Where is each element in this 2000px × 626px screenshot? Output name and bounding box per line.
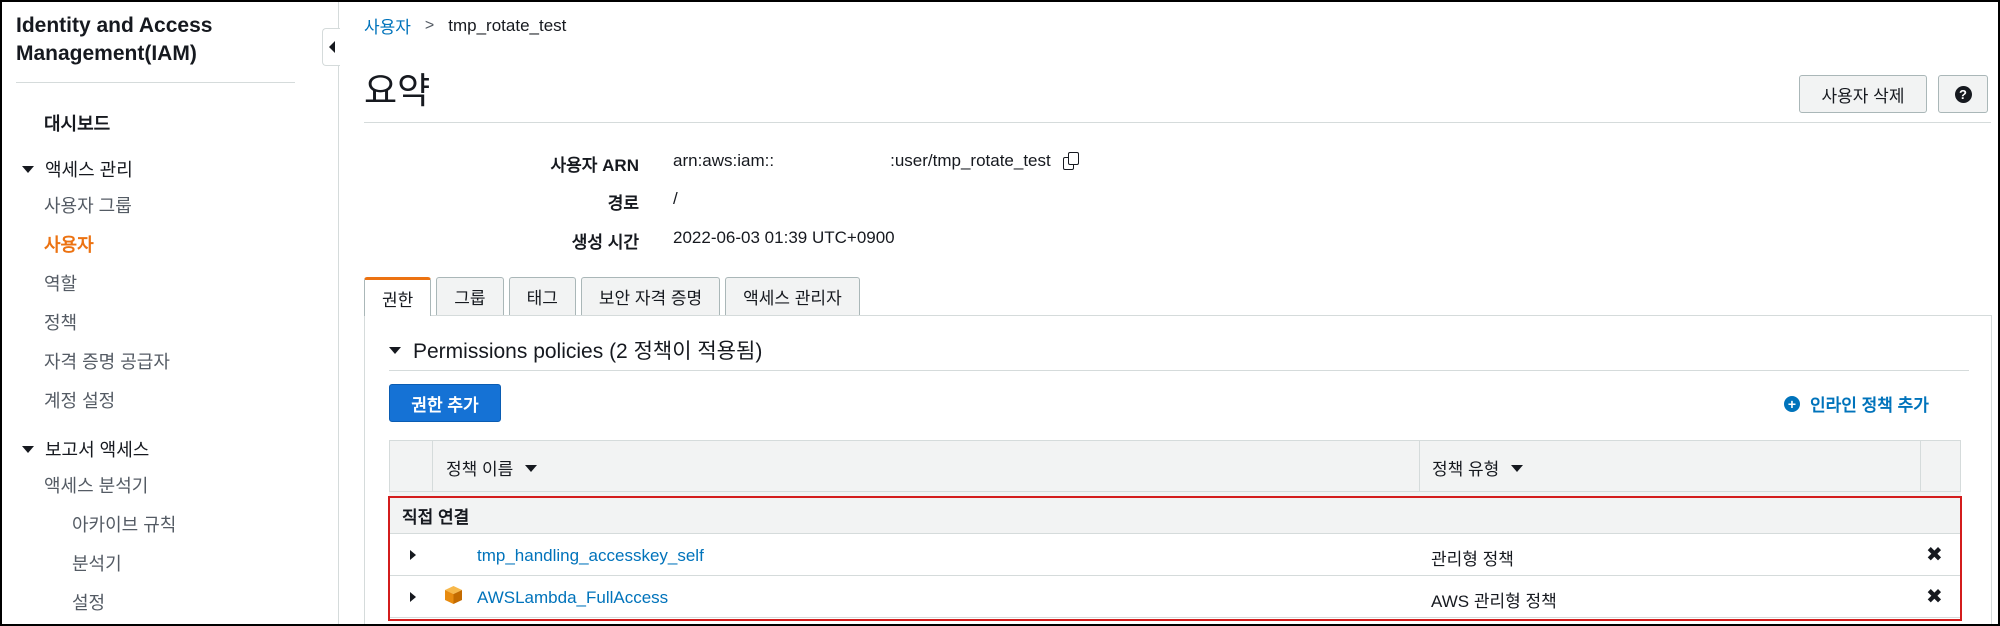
section-divider — [389, 370, 1969, 371]
summary-path-label: 경로 — [607, 194, 639, 213]
help-button[interactable]: ? — [1938, 75, 1988, 113]
plus-circle-icon: + — [1784, 395, 1800, 412]
sidebar-item-dashboard[interactable]: 대시보드 — [44, 110, 110, 136]
caret-left-icon — [328, 41, 335, 53]
policy-type: AWS 관리형 정책 — [1431, 592, 1557, 611]
sidebar-item-user-groups[interactable]: 사용자 그룹 — [44, 192, 132, 218]
sidebar-divider — [16, 82, 295, 83]
aws-managed-box-icon — [445, 586, 462, 604]
add-inline-policy-link[interactable]: + 인라인 정책 추가 — [1784, 391, 1929, 416]
breadcrumb-separator-icon: > — [424, 16, 435, 34]
sidebar-item-archive-rules[interactable]: 아카이브 규칙 — [72, 511, 176, 537]
sort-caret-icon — [1511, 465, 1524, 472]
column-divider — [1920, 441, 1921, 493]
app-title: Identity and Access Management(IAM) — [16, 14, 213, 65]
column-header-label: 정책 이름 — [446, 459, 514, 479]
table-row: AWSLambda_FullAccess AWS 관리형 정책 ✖ — [389, 576, 1961, 618]
breadcrumb-current: tmp_rotate_test — [448, 15, 567, 35]
tab-access-advisor[interactable]: 액세스 관리자 — [725, 277, 860, 315]
sidebar: Identity and Access Management(IAM) 대시보드… — [2, 2, 339, 624]
tab-groups[interactable]: 그룹 — [436, 277, 504, 315]
sidebar-section-reports[interactable]: 보고서 액세스 — [22, 436, 149, 462]
sidebar-item-users[interactable]: 사용자 — [44, 231, 94, 257]
policy-name-link[interactable]: tmp_handling_accesskey_self — [477, 546, 704, 566]
table-row: tmp_handling_accesskey_self 관리형 정책 ✖ — [389, 534, 1961, 576]
summary-arn-label: 사용자 ARN — [550, 156, 639, 175]
sort-caret-icon — [525, 465, 538, 472]
sidebar-item-identity-providers[interactable]: 자격 증명 공급자 — [44, 348, 170, 374]
add-permissions-button[interactable]: 권한 추가 — [389, 384, 501, 422]
delete-user-button[interactable]: 사용자 삭제 — [1799, 75, 1927, 113]
permissions-section-title: Permissions policies (2 정책이 적용됨) — [413, 340, 763, 363]
remove-policy-icon[interactable]: ✖ — [1926, 542, 1943, 567]
caret-down-icon — [389, 346, 401, 354]
sidebar-item-account-settings[interactable]: 계정 설정 — [44, 387, 115, 413]
arn-suffix: :user/tmp_rotate_test — [890, 151, 1051, 170]
sidebar-item-roles[interactable]: 역할 — [44, 270, 77, 296]
summary-arn-row: 사용자 ARN — [339, 151, 639, 175]
breadcrumb: 사용자 > tmp_rotate_test — [364, 13, 566, 38]
sidebar-section-access-management[interactable]: 액세스 관리 — [22, 156, 133, 182]
column-divider — [1419, 441, 1420, 493]
arn-prefix: arn:aws:iam:: — [673, 151, 775, 170]
copy-icon[interactable] — [1062, 152, 1081, 170]
summary-created-value: 2022-06-03 01:39 UTC+0900 — [673, 228, 895, 247]
tab-security-credentials[interactable]: 보안 자격 증명 — [580, 277, 721, 315]
permissions-section-toggle[interactable]: Permissions policies (2 정책이 적용됨) — [389, 335, 762, 365]
summary-arn-value: arn:aws:iam:: :user/tmp_rotate_test — [673, 151, 1081, 171]
sidebar-item-analyzer-settings[interactable]: 설정 — [72, 589, 105, 615]
caret-down-icon — [22, 165, 34, 173]
table-header: 정책 이름 정책 유형 — [389, 440, 1961, 493]
tab-tags[interactable]: 태그 — [508, 277, 576, 315]
sidebar-collapse-button[interactable] — [322, 28, 340, 66]
column-header-label: 정책 유형 — [1432, 459, 1500, 479]
expand-row-icon[interactable] — [410, 592, 416, 602]
add-inline-policy-label: 인라인 정책 추가 — [1810, 396, 1929, 415]
sidebar-section-label: 보고서 액세스 — [45, 440, 150, 460]
summary-path-row: 경로 — [339, 189, 639, 213]
summary-created-label: 생성 시간 — [571, 233, 639, 252]
app-window: Identity and Access Management(IAM) 대시보드… — [0, 0, 2000, 626]
help-icon: ? — [1954, 85, 1972, 103]
title-divider — [364, 122, 1991, 123]
sidebar-item-policies[interactable]: 정책 — [44, 309, 77, 335]
sidebar-item-analyzers[interactable]: 분석기 — [72, 550, 122, 576]
policy-type: 관리형 정책 — [1431, 550, 1514, 569]
policy-name-link[interactable]: AWSLambda_FullAccess — [477, 588, 668, 608]
sidebar-section-label: 액세스 관리 — [45, 160, 133, 180]
column-divider — [432, 441, 433, 493]
caret-down-icon — [22, 445, 34, 453]
column-header-policy-name[interactable]: 정책 이름 — [446, 441, 538, 493]
page-title: 요약 — [364, 70, 431, 111]
group-label-direct: 직접 연결 — [402, 508, 470, 527]
breadcrumb-link-users[interactable]: 사용자 — [364, 13, 411, 38]
tab-bar: 권한 그룹 태그 보안 자격 증명 액세스 관리자 — [364, 277, 865, 316]
tab-permissions[interactable]: 권한 — [364, 277, 432, 316]
expand-row-icon[interactable] — [410, 550, 416, 560]
summary-path-value: / — [673, 189, 678, 208]
remove-policy-icon[interactable]: ✖ — [1926, 584, 1943, 609]
summary-created-row: 생성 시간 — [339, 228, 639, 252]
main-content: 사용자 > tmp_rotate_test 요약 사용자 삭제 ? 사용자 AR… — [339, 2, 1998, 624]
column-header-policy-type[interactable]: 정책 유형 — [1432, 441, 1524, 493]
table-group-row: 직접 연결 — [389, 492, 1961, 534]
sidebar-item-access-analyzer[interactable]: 액세스 분석기 — [44, 472, 148, 498]
